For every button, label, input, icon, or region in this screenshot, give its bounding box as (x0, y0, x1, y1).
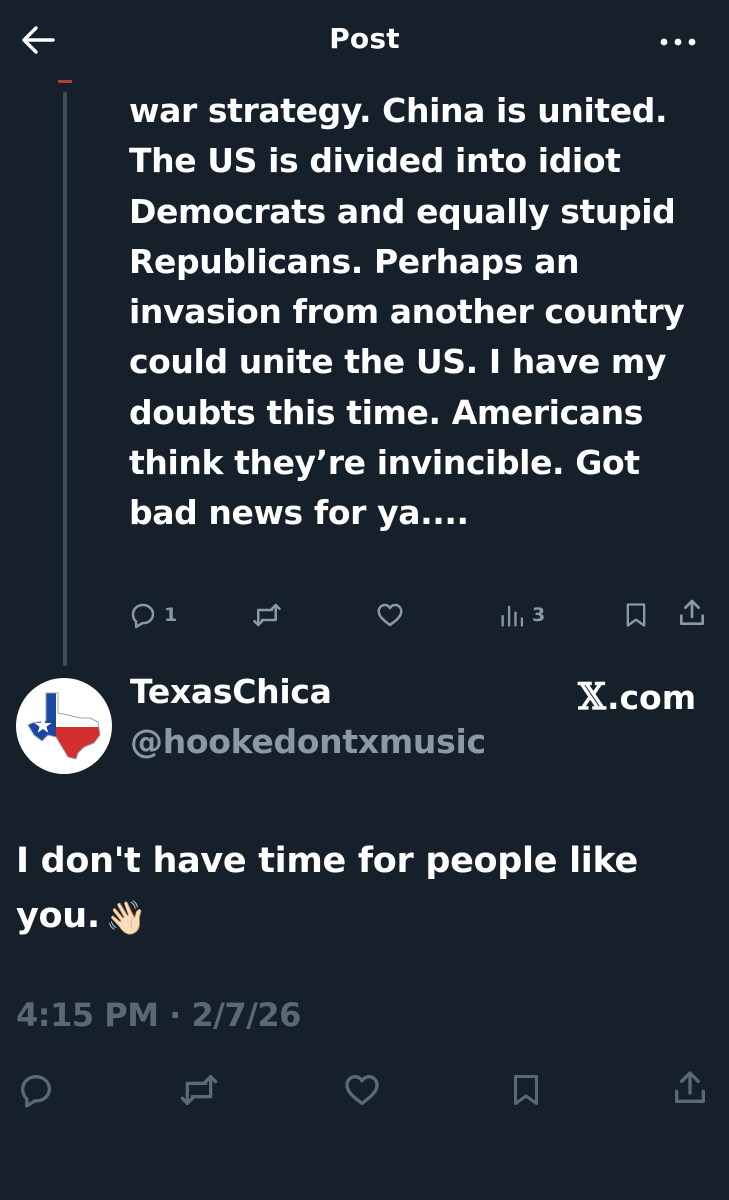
x-logo-icon: 𝕏 (578, 676, 606, 718)
repost-button[interactable] (176, 1070, 222, 1110)
parent-share-button[interactable] (676, 596, 708, 630)
repost-icon (253, 603, 281, 627)
parent-repost-button[interactable] (250, 598, 284, 632)
reply-button[interactable] (16, 1070, 56, 1110)
share-button[interactable] (670, 1068, 710, 1108)
more-options-button[interactable] (648, 22, 708, 62)
x-com-watermark: 𝕏 .com (578, 676, 696, 718)
avatar[interactable] (16, 678, 112, 774)
post-text: I don't have time for people like you. 👋🏻 (16, 834, 706, 945)
watermark-domain: .com (606, 677, 697, 717)
bookmark-icon (514, 1075, 538, 1105)
page-title: Post (329, 22, 400, 55)
thread-connector-tip (58, 80, 72, 83)
bookmark-icon (626, 603, 646, 627)
parent-post-text: war strategy. China is united. The US is… (129, 91, 685, 533)
parent-views-count: 3 (532, 604, 546, 626)
thread-connector-line (63, 92, 67, 666)
parent-like-button[interactable] (374, 598, 406, 632)
parent-bookmark-button[interactable] (622, 598, 650, 632)
post-timestamp[interactable]: 4:15 PM · 2/7/26 (16, 996, 301, 1034)
share-icon (680, 599, 704, 625)
author-handle[interactable]: @hookedontxmusic (130, 722, 486, 761)
author-name[interactable]: TexasChica (130, 672, 332, 711)
waving-hand-emoji: 👋🏻 (105, 897, 147, 937)
reply-icon (21, 1075, 51, 1108)
parent-reply-count: 1 (164, 604, 178, 626)
views-chart-icon (501, 605, 524, 627)
bookmark-button[interactable] (508, 1070, 544, 1110)
heart-icon (377, 603, 403, 627)
parent-views-button[interactable]: 3 (498, 598, 545, 632)
more-horizontal-icon (660, 38, 696, 46)
like-button[interactable] (342, 1070, 382, 1110)
repost-icon (180, 1075, 218, 1105)
share-icon (675, 1071, 705, 1103)
heart-icon (345, 1075, 379, 1105)
parent-reply-button[interactable]: 1 (128, 598, 177, 632)
reply-icon (131, 603, 155, 629)
texas-flag-map-icon (27, 692, 101, 760)
